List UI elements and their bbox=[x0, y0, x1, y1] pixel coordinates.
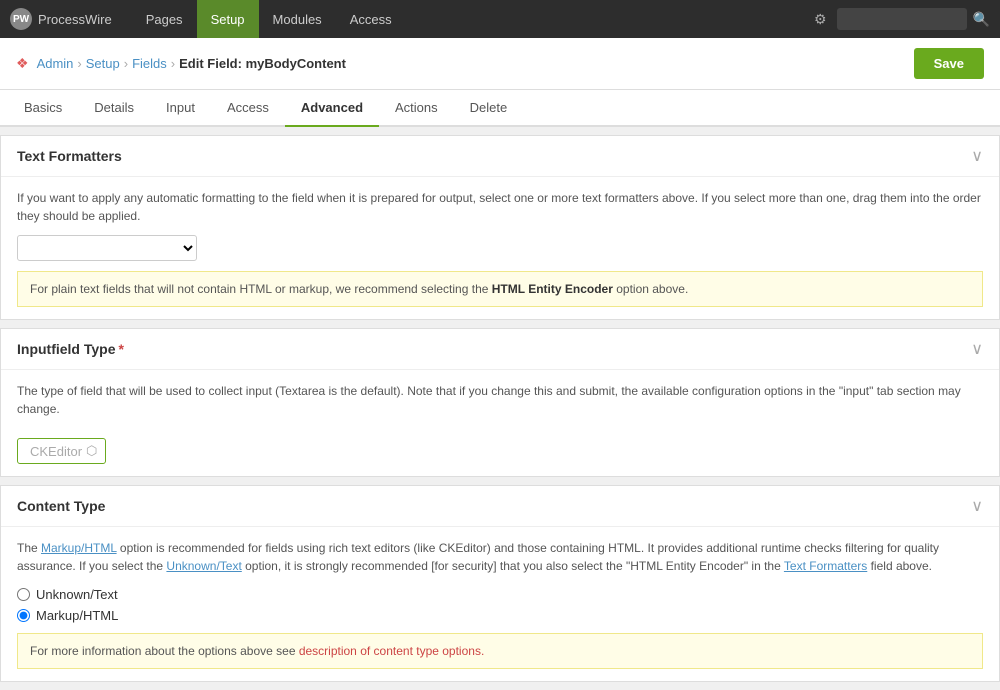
text-formatters-collapse-icon[interactable]: ∨ bbox=[971, 146, 983, 166]
tab-actions[interactable]: Actions bbox=[379, 90, 454, 127]
tab-basics[interactable]: Basics bbox=[8, 90, 78, 127]
tab-advanced[interactable]: Advanced bbox=[285, 90, 379, 127]
main-content: Text Formatters ∨ If you want to apply a… bbox=[0, 135, 1000, 682]
radio-unknown-text-input[interactable] bbox=[17, 588, 30, 601]
inputfield-type-body: The type of field that will be used to c… bbox=[1, 370, 999, 476]
text-formatters-body: If you want to apply any automatic forma… bbox=[1, 177, 999, 319]
sep3: › bbox=[171, 56, 175, 71]
tab-access[interactable]: Access bbox=[211, 90, 285, 127]
inputfield-type-collapse-icon[interactable]: ∨ bbox=[971, 339, 983, 359]
text-formatters-info-box: For plain text fields that will not cont… bbox=[17, 271, 983, 307]
radio-unknown-text-label: Unknown/Text bbox=[36, 587, 118, 602]
nav-links: Pages Setup Modules Access bbox=[132, 0, 814, 38]
unknown-text-link[interactable]: Unknown/Text bbox=[166, 559, 241, 573]
breadcrumb-fields[interactable]: Fields bbox=[132, 56, 167, 71]
radio-markup-html[interactable]: Markup/HTML bbox=[17, 608, 983, 623]
tab-input[interactable]: Input bbox=[150, 90, 211, 127]
content-type-radio-group: Unknown/Text Markup/HTML bbox=[17, 587, 983, 623]
tab-delete[interactable]: Delete bbox=[454, 90, 524, 127]
inputfield-type-title: Inputfield Type* bbox=[17, 341, 124, 357]
text-formatters-desc: If you want to apply any automatic forma… bbox=[17, 189, 983, 225]
content-type-body: The Markup/HTML option is recommended fo… bbox=[1, 527, 999, 681]
inputfield-type-section: Inputfield Type* ∨ The type of field tha… bbox=[0, 328, 1000, 477]
radio-markup-html-label: Markup/HTML bbox=[36, 608, 118, 623]
markup-html-link[interactable]: Markup/HTML bbox=[41, 541, 117, 555]
breadcrumb: ❖ Admin › Setup › Fields › Edit Field: m… bbox=[16, 55, 346, 72]
text-formatters-ref-link[interactable]: Text Formatters bbox=[784, 559, 867, 573]
ckeditor-arrow-icon: ⬡ bbox=[86, 443, 97, 459]
html-entity-encoder-link[interactable]: HTML Entity Encoder bbox=[492, 282, 613, 296]
content-type-header: Content Type ∨ bbox=[1, 486, 999, 527]
search-icon[interactable]: 🔍 bbox=[973, 11, 990, 28]
save-button[interactable]: Save bbox=[914, 48, 984, 79]
nav-pages[interactable]: Pages bbox=[132, 0, 197, 38]
content-type-title: Content Type bbox=[17, 498, 105, 514]
search-input[interactable] bbox=[837, 8, 967, 30]
content-type-collapse-icon[interactable]: ∨ bbox=[971, 496, 983, 516]
info-text-after: option above. bbox=[613, 282, 688, 296]
radio-markup-html-input[interactable] bbox=[17, 609, 30, 622]
breadcrumb-current: Edit Field: myBodyContent bbox=[179, 56, 346, 71]
breadcrumb-bar: ❖ Admin › Setup › Fields › Edit Field: m… bbox=[0, 38, 1000, 90]
required-star: * bbox=[119, 341, 124, 357]
nav-access[interactable]: Access bbox=[336, 0, 406, 38]
nav-setup[interactable]: Setup bbox=[197, 0, 259, 38]
org-icon: ❖ bbox=[16, 55, 29, 72]
tab-bar: Basics Details Input Access Advanced Act… bbox=[0, 90, 1000, 127]
text-formatters-section: Text Formatters ∨ If you want to apply a… bbox=[0, 135, 1000, 320]
warn-text: For more information about the options a… bbox=[30, 644, 299, 658]
text-formatters-header: Text Formatters ∨ bbox=[1, 136, 999, 177]
logo[interactable]: PW ProcessWire bbox=[10, 8, 112, 30]
content-type-desc: The Markup/HTML option is recommended fo… bbox=[17, 539, 983, 575]
ckeditor-label: CKEditor bbox=[30, 444, 82, 459]
logo-text: ProcessWire bbox=[38, 12, 112, 27]
tab-details[interactable]: Details bbox=[78, 90, 150, 127]
content-type-options-link[interactable]: description of content type options. bbox=[299, 644, 484, 658]
sep1: › bbox=[77, 56, 81, 71]
content-type-warn-box: For more information about the options a… bbox=[17, 633, 983, 669]
info-text-before: For plain text fields that will not cont… bbox=[30, 282, 492, 296]
text-formatters-title: Text Formatters bbox=[17, 148, 122, 164]
search-area: ⚙ 🔍 bbox=[814, 8, 990, 30]
gear-icon[interactable]: ⚙ bbox=[814, 11, 827, 28]
inputfield-type-select[interactable]: CKEditor ⬡ bbox=[17, 438, 106, 464]
logo-icon: PW bbox=[10, 8, 32, 30]
nav-modules[interactable]: Modules bbox=[259, 0, 336, 38]
radio-unknown-text[interactable]: Unknown/Text bbox=[17, 587, 983, 602]
content-type-section: Content Type ∨ The Markup/HTML option is… bbox=[0, 485, 1000, 682]
breadcrumb-setup[interactable]: Setup bbox=[86, 56, 120, 71]
sep2: › bbox=[124, 56, 128, 71]
text-formatters-select[interactable]: HTML Entity Encoder Markdown Textile bbox=[17, 235, 197, 261]
inputfield-type-desc: The type of field that will be used to c… bbox=[17, 382, 983, 418]
breadcrumb-admin[interactable]: Admin bbox=[37, 56, 74, 71]
inputfield-type-header: Inputfield Type* ∨ bbox=[1, 329, 999, 370]
top-navigation: PW ProcessWire Pages Setup Modules Acces… bbox=[0, 0, 1000, 38]
